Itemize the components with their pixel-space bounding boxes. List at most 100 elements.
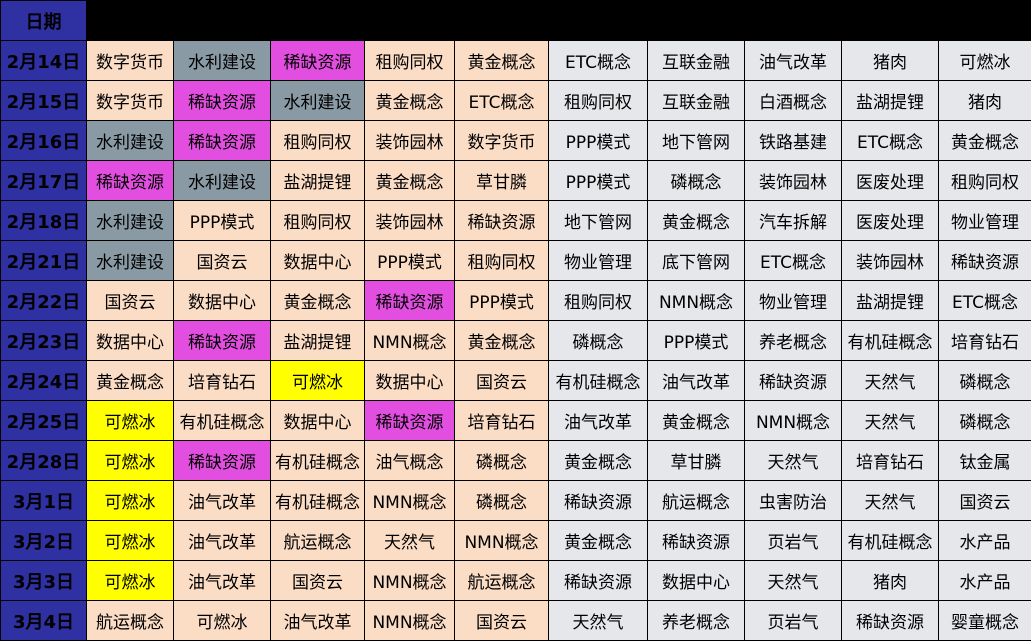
track-cell: 有机硅概念 [270, 440, 365, 481]
reserve-cell: 数字货币 [454, 120, 549, 161]
table-row: 2月18日 水利建设 PPP模式 租购同权 装饰园林 稀缺资源 地下管网 黄金概… [0, 200, 1031, 241]
reserve-cell: 铁路基建 [744, 120, 842, 161]
reserve-cell: 稀缺资源 [454, 200, 549, 241]
track-cell: 国资云 [173, 240, 271, 281]
reserve-cell: 国资云 [938, 480, 1031, 521]
track-cell: 有机硅概念 [173, 400, 271, 441]
reserve-cell: 租购同权 [454, 240, 549, 281]
table-row: 2月21日 水利建设 国资云 数据中心 PPP模式 租购同权 物业管理 底下管网… [0, 240, 1031, 281]
table-row: 2月17日 稀缺资源 水利建设 盐湖提锂 黄金概念 草甘膦 PPP模式 磷概念 … [0, 160, 1031, 201]
track-cell: 培育钻石 [173, 360, 271, 401]
header-track-4: 赛道4 [364, 0, 455, 41]
reserve-cell: 钛金属 [938, 440, 1031, 481]
reserve-cell: 有机硅概念 [841, 320, 939, 361]
header-reserve-4: 预备赛道 [744, 0, 842, 41]
reserve-cell: 磷概念 [938, 400, 1031, 441]
reserve-cell: 培育钻石 [454, 400, 549, 441]
reserve-cell: ETC概念 [548, 40, 648, 81]
reserve-cell: 地下管网 [647, 120, 745, 161]
reserve-cell: 物业管理 [548, 240, 648, 281]
header-track-1: 赛道1 [86, 0, 174, 41]
reserve-cell: 物业管理 [938, 200, 1031, 241]
track-cell: 稀缺资源 [173, 320, 271, 361]
reserve-cell: 黄金概念 [647, 400, 745, 441]
reserve-cell: 培育钻石 [841, 440, 939, 481]
track-cell: 水利建设 [86, 120, 174, 161]
date-cell: 2月16日 [0, 120, 87, 161]
reserve-cell: 培育钻石 [938, 320, 1031, 361]
track-cell: 可燃冰 [86, 440, 174, 481]
reserve-cell: 养老概念 [744, 320, 842, 361]
track-cell: 可燃冰 [173, 600, 271, 641]
reserve-cell: PPP模式 [454, 280, 549, 321]
date-cell: 2月22日 [0, 280, 87, 321]
reserve-cell: 稀缺资源 [938, 240, 1031, 281]
track-cell: 油气改革 [173, 480, 271, 521]
track-cell: 水利建设 [270, 80, 365, 121]
reserve-cell: 互联金融 [647, 80, 745, 121]
track-cell: 稀缺资源 [173, 120, 271, 161]
reserve-cell: 地下管网 [548, 200, 648, 241]
reserve-cell: 白酒概念 [744, 80, 842, 121]
track-cell: NMN概念 [364, 320, 455, 361]
track-cell: 有机硅概念 [270, 480, 365, 521]
reserve-cell: 稀缺资源 [841, 600, 939, 641]
table-row: 3月2日 可燃冰 油气改革 航运概念 天然气 NMN概念 黄金概念 稀缺资源 页… [0, 520, 1031, 561]
date-cell: 2月28日 [0, 440, 87, 481]
reserve-cell: 租购同权 [548, 80, 648, 121]
track-cell: 盐湖提锂 [270, 320, 365, 361]
reserve-cell: NMN概念 [744, 400, 842, 441]
reserve-cell: 草甘膦 [647, 440, 745, 481]
date-cell: 2月18日 [0, 200, 87, 241]
track-cell: 数据中心 [86, 320, 174, 361]
reserve-cell: PPP模式 [548, 160, 648, 201]
reserve-cell: 天然气 [744, 440, 842, 481]
reserve-cell: 稀缺资源 [548, 480, 648, 521]
reserve-cell: 页岩气 [744, 600, 842, 641]
header-reserve-2: 预备赛道 [548, 0, 648, 41]
track-cell: 油气改革 [173, 520, 271, 561]
track-cell: NMN概念 [364, 600, 455, 641]
reserve-cell: 猪肉 [841, 40, 939, 81]
track-cell: 数据中心 [364, 360, 455, 401]
date-cell: 2月21日 [0, 240, 87, 281]
track-cell: 盐湖提锂 [270, 160, 365, 201]
track-cell: 租购同权 [364, 40, 455, 81]
reserve-cell: 有机硅概念 [548, 360, 648, 401]
track-cell: 可燃冰 [86, 520, 174, 561]
reserve-cell: 装饰园林 [744, 160, 842, 201]
track-cell: 航运概念 [86, 600, 174, 641]
table-row: 3月3日 可燃冰 油气改革 国资云 NMN概念 航运概念 稀缺资源 数据中心 天… [0, 560, 1031, 601]
table-row: 2月22日 国资云 数据中心 黄金概念 稀缺资源 PPP模式 租购同权 NMN概… [0, 280, 1031, 321]
reserve-cell: 磷概念 [647, 160, 745, 201]
reserve-cell: 婴童概念 [938, 600, 1031, 641]
track-cell: 稀缺资源 [86, 160, 174, 201]
track-cell: 油气概念 [364, 440, 455, 481]
track-cell: PPP模式 [364, 240, 455, 281]
reserve-cell: 国资云 [454, 360, 549, 401]
track-cell: 水利建设 [86, 200, 174, 241]
reserve-cell: 天然气 [841, 360, 939, 401]
reserve-cell: 稀缺资源 [744, 360, 842, 401]
date-cell: 3月4日 [0, 600, 87, 641]
date-cell: 3月1日 [0, 480, 87, 521]
table-row: 2月25日 可燃冰 有机硅概念 数据中心 稀缺资源 培育钻石 油气改革 黄金概念… [0, 400, 1031, 441]
reserve-cell: 磷概念 [454, 440, 549, 481]
reserve-cell: 养老概念 [647, 600, 745, 641]
table-row: 3月4日 航运概念 可燃冰 油气改革 NMN概念 国资云 天然气 养老概念 页岩… [0, 600, 1031, 641]
track-cell: NMN概念 [364, 480, 455, 521]
reserve-cell: 医废处理 [841, 200, 939, 241]
header-reserve-6: 预备赛道 [938, 0, 1031, 41]
table-header: 日期 赛道1 赛道2 赛道3 赛道4 预备赛道 预备赛道 预备赛道 预备赛道 预… [0, 0, 1031, 41]
table-row: 2月24日 黄金概念 培育钻石 可燃冰 数据中心 国资云 有机硅概念 油气改革 … [0, 360, 1031, 401]
reserve-cell: 磷概念 [938, 360, 1031, 401]
track-cell: 可燃冰 [86, 400, 174, 441]
header-reserve-5: 预备赛道 [841, 0, 939, 41]
reserve-cell: 数据中心 [647, 560, 745, 601]
track-cell: 航运概念 [270, 520, 365, 561]
track-cell: 稀缺资源 [270, 40, 365, 81]
reserve-cell: 有机硅概念 [841, 520, 939, 561]
track-cell: PPP模式 [173, 200, 271, 241]
date-cell: 2月25日 [0, 400, 87, 441]
reserve-cell: ETC概念 [938, 280, 1031, 321]
